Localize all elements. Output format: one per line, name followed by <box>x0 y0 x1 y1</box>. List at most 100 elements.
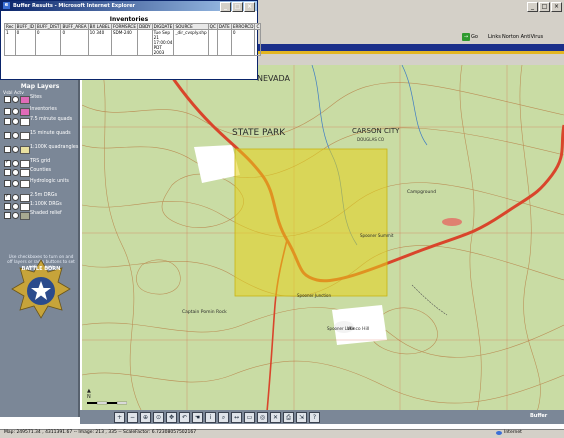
minimize-button[interactable]: _ <box>527 2 538 12</box>
layer-active-radio[interactable] <box>12 146 19 153</box>
status-text: Map: 249571.34 , 4311391.67 -- Image: 21… <box>4 430 197 435</box>
layer-visible-checkbox[interactable] <box>4 169 11 176</box>
topographic-map[interactable]: NEVADA STATE PARK CARSON CITY DOUGLAS CO… <box>82 65 564 412</box>
layer-row[interactable]: 7.5 minute quads <box>4 117 78 127</box>
pan-icon[interactable]: ✥ <box>166 412 177 423</box>
county-label: DOUGLAS CO <box>357 137 384 142</box>
layer-swatch <box>20 108 30 116</box>
find-icon[interactable]: ⌕ <box>218 412 229 423</box>
layer-active-radio[interactable] <box>12 212 19 219</box>
layer-swatch <box>20 180 30 188</box>
seal-text: BATTLE BORN <box>22 266 61 272</box>
active-tool-label: Buffer <box>530 413 548 419</box>
layer-swatch <box>20 118 30 126</box>
layer-visible-checkbox[interactable] <box>4 203 11 210</box>
maximize-button[interactable]: □ <box>539 2 550 12</box>
layer-swatch <box>20 194 30 202</box>
column-header: Rec <box>4 23 16 30</box>
layer-label: 15 minute quads <box>30 131 71 136</box>
layer-row[interactable]: 1:100K quadrangles <box>4 145 78 155</box>
table-cell: 0 <box>34 29 62 56</box>
layer-active-radio[interactable] <box>12 203 19 210</box>
close-button[interactable]: × <box>551 2 562 12</box>
column-header: DATE <box>216 23 232 30</box>
layer-visible-checkbox[interactable] <box>4 159 11 167</box>
column-header: BUFF_DIST <box>34 23 62 30</box>
column-header: DBDY <box>136 23 153 30</box>
layer-label: Counties <box>30 168 52 173</box>
hand-icon[interactable]: ☚ <box>192 412 203 423</box>
links-button[interactable]: Links <box>488 32 501 42</box>
go-label: Go <box>471 34 478 40</box>
layer-row[interactable]: Sites <box>4 95 78 105</box>
banner-stripe <box>258 51 564 54</box>
table-cell: 10 340 <box>87 29 112 56</box>
layer-visible-checkbox[interactable] <box>4 193 11 201</box>
back-icon[interactable]: ↶ <box>179 412 190 423</box>
norton-antivirus-button[interactable]: Norton AntiVirus <box>502 32 543 42</box>
highlight-area <box>442 218 462 226</box>
layer-label: 1:100K quadrangles <box>30 145 79 150</box>
layer-row[interactable]: Counties <box>4 168 78 178</box>
zoom-active-icon[interactable]: ⊙ <box>153 412 164 423</box>
layer-swatch <box>20 203 30 211</box>
zoom-full-icon[interactable]: ⊕ <box>140 412 151 423</box>
layer-active-radio[interactable] <box>12 180 19 187</box>
layer-row[interactable]: Hydrologic units <box>4 179 78 189</box>
layer-active-radio[interactable] <box>12 169 19 176</box>
select-icon[interactable]: ▭ <box>244 412 255 423</box>
layer-visible-checkbox[interactable] <box>4 108 11 115</box>
layer-active-radio[interactable] <box>12 118 19 125</box>
go-button[interactable]: → Go <box>462 32 478 42</box>
layers-panel-title: Map Layers <box>20 83 60 90</box>
layer-label: Shaded relief <box>30 211 62 216</box>
layer-active-radio[interactable] <box>12 132 19 139</box>
table-cell: 0 <box>230 29 256 56</box>
map-canvas[interactable]: NEVADA STATE PARK CARSON CITY DOUGLAS CO… <box>82 65 564 412</box>
table-row: 1 0 0 0 10 340 SDM-240 Tue Sep 21 17:00:04 PDT… <box>4 29 262 56</box>
layer-label: Sites <box>30 95 42 100</box>
ie-icon: e <box>3 2 10 9</box>
zoom-in-icon[interactable]: + <box>114 412 125 423</box>
layer-active-radio[interactable] <box>12 108 19 115</box>
table-cell: 0 <box>14 29 36 56</box>
city-label: CARSON CITY <box>352 127 400 135</box>
measure-icon[interactable]: ↔ <box>231 412 242 423</box>
clear-icon[interactable]: ✕ <box>270 412 281 423</box>
export-icon[interactable]: ⇲ <box>296 412 307 423</box>
table-cell: Tue Sep 21 17:00:04 PDT 2003 <box>151 29 175 56</box>
zone-label: Internet <box>504 430 522 435</box>
layer-visible-checkbox[interactable] <box>4 212 11 219</box>
popup-maximize-button[interactable]: □ <box>232 2 243 12</box>
buffer-icon[interactable]: ◎ <box>257 412 268 423</box>
popup-close-button[interactable]: × <box>244 2 255 12</box>
layer-visible-checkbox[interactable] <box>4 146 11 153</box>
table-cell: 1 <box>4 29 16 56</box>
table-cell: 0 <box>60 29 89 56</box>
layer-visible-checkbox[interactable] <box>4 132 11 139</box>
layer-visible-checkbox[interactable] <box>4 96 11 103</box>
layer-visible-checkbox[interactable] <box>4 180 11 187</box>
scale-bar <box>87 401 127 405</box>
layer-active-radio[interactable] <box>12 160 19 167</box>
layer-swatch <box>20 160 30 168</box>
layer-active-radio[interactable] <box>12 96 19 103</box>
popup-minimize-button[interactable]: _ <box>220 2 231 12</box>
rock-label: Captain Pomin Rock <box>182 309 227 315</box>
table-cell <box>136 29 153 56</box>
layer-row[interactable]: Inventories <box>4 107 78 117</box>
table-cell <box>216 29 232 56</box>
layer-visible-checkbox[interactable] <box>4 118 11 125</box>
layer-row[interactable]: Shaded relief <box>4 211 78 221</box>
layer-active-radio[interactable] <box>12 194 19 201</box>
zoom-out-icon[interactable]: − <box>127 412 138 423</box>
popup-titlebar[interactable]: e Buffer Results - Microsoft Internet Ex… <box>1 1 257 12</box>
print-icon[interactable]: ⎙ <box>283 412 294 423</box>
table-body: 1 0 0 0 10 340 SDM-240 Tue Sep 21 17:00:04 PDT… <box>4 29 262 56</box>
popup-title: Buffer Results - Microsoft Internet Expl… <box>13 3 136 9</box>
column-header: DIGDATE <box>151 23 175 30</box>
identify-icon[interactable]: i <box>205 412 216 423</box>
internet-zone-icon <box>496 431 502 435</box>
layer-row[interactable]: 15 minute quads <box>4 131 78 141</box>
help-icon[interactable]: ? <box>309 412 320 423</box>
